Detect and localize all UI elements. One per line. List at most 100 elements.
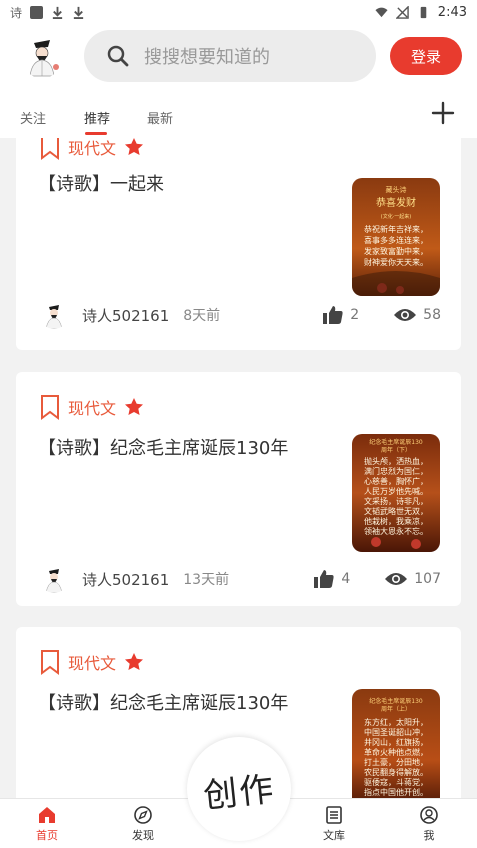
- post-time: 8天前: [183, 308, 221, 324]
- tab-recommended[interactable]: 推荐: [84, 108, 110, 127]
- poem-image: 纪念毛主席诞辰130 周年（下） 抛头颅，洒热血， 满门忠烈为国仁， 心慈善，胸…: [352, 434, 440, 552]
- login-button[interactable]: 登录: [390, 37, 462, 75]
- like-stat[interactable]: 4: [313, 569, 350, 589]
- clock: 2:43: [437, 4, 467, 20]
- author-name[interactable]: 诗人502161: [82, 305, 169, 326]
- post-time: 13天前: [183, 572, 230, 588]
- thumb-line: 打土豪，分田地，: [364, 757, 428, 767]
- view-stat: 58: [393, 307, 441, 323]
- thumb-line: 周年（下）: [381, 446, 411, 454]
- compass-icon: [134, 806, 152, 824]
- top-header: 搜搜想要知道的 登录: [0, 24, 477, 90]
- home-icon: [39, 807, 55, 823]
- search-icon: [107, 45, 129, 67]
- nav-me[interactable]: 我: [399, 805, 459, 843]
- post-category: 现代文: [40, 649, 144, 675]
- post-thumbnail[interactable]: 藏头诗 恭喜发财 (文化·一起来) 恭祝新年吉祥来， 喜事多多连连来， 发家致富…: [352, 178, 440, 296]
- download-icon: [73, 6, 84, 19]
- thumb-line: 中国圣诞韶山冲，: [364, 727, 428, 737]
- image-notification-icon: [30, 5, 44, 19]
- wifi-icon: [375, 7, 388, 17]
- like-count: 2: [350, 307, 360, 323]
- thumb-line: 井冈山，红旗扬，: [364, 737, 428, 747]
- plus-icon[interactable]: [430, 100, 456, 126]
- tab-latest[interactable]: 最新: [147, 108, 173, 127]
- thumbs-up-icon: [314, 570, 334, 588]
- view-stat: 107: [384, 571, 441, 587]
- thumb-line: 满门忠烈为国仁，: [364, 466, 428, 476]
- post-category: 现代文: [40, 394, 144, 420]
- post-thumbnail[interactable]: 纪念毛主席诞辰130 周年（下） 抛头颅，洒热血， 满门忠烈为国仁， 心慈善，胸…: [352, 434, 440, 552]
- thumb-line: 农民翻身得解放。: [364, 767, 428, 777]
- poem-image: 纪念毛主席诞辰130 周年（上） 东方红，太阳升， 中国圣诞韶山冲， 井冈山，红…: [352, 689, 440, 798]
- tab-following[interactable]: 关注: [20, 108, 46, 127]
- thumb-line: 人民万岁他先喊。: [364, 486, 428, 496]
- download-icon: [52, 6, 63, 19]
- thumb-line: 喜事多多连连来，: [364, 235, 428, 245]
- thumb-line: 周年（上）: [381, 705, 411, 713]
- thumb-line: 指点中国他开创。: [364, 787, 428, 797]
- star-icon: [125, 653, 144, 670]
- star-icon: [125, 398, 144, 415]
- like-count: 4: [341, 571, 351, 587]
- post-meta: 诗人502161 8天前 2 58: [40, 300, 441, 330]
- eye-icon: [394, 309, 417, 321]
- thumb-line: 藏头诗: [386, 185, 407, 194]
- view-count: 58: [423, 307, 441, 323]
- star-icon: [125, 138, 144, 155]
- poet-logo-avatar[interactable]: [20, 34, 64, 78]
- nav-label: 发现: [132, 829, 154, 842]
- author-avatar[interactable]: [40, 301, 68, 329]
- post-category: 现代文: [40, 138, 144, 160]
- post-card[interactable]: 现代文 【诗歌】一起来 藏头诗 恭喜发财 (文化·一起来) 恭祝新年吉祥来， 喜…: [16, 138, 461, 350]
- thumb-line: 领袖大恩永不忘。: [364, 526, 428, 536]
- thumb-line: 心慈善，胸怀广，: [364, 476, 428, 486]
- thumb-line: 革命火种他点燃，: [364, 747, 428, 757]
- bookmark-icon[interactable]: [40, 138, 60, 160]
- library-icon: [326, 806, 342, 824]
- thumb-line: 恭喜发财: [376, 196, 416, 209]
- create-label: 创作: [201, 768, 278, 817]
- eye-icon: [385, 573, 408, 585]
- nav-library[interactable]: 文库: [304, 805, 364, 843]
- bookmark-icon[interactable]: [40, 649, 60, 675]
- bookmark-icon[interactable]: [40, 394, 60, 420]
- view-count: 107: [414, 571, 441, 587]
- search-placeholder: 搜搜想要知道的: [144, 47, 270, 68]
- create-button[interactable]: 创作: [187, 737, 291, 841]
- thumb-line: 东方红，太阳升，: [364, 717, 428, 727]
- nav-label: 首页: [36, 829, 58, 842]
- app-notification-char: 诗: [10, 5, 23, 20]
- nav-label: 文库: [323, 829, 345, 842]
- thumb-line: 恭祝新年吉祥来，: [364, 224, 428, 234]
- author-avatar[interactable]: [40, 565, 68, 593]
- search-bar[interactable]: 搜搜想要知道的: [84, 30, 376, 82]
- post-thumbnail[interactable]: 纪念毛主席诞辰130 周年（上） 东方红，太阳升， 中国圣诞韶山冲， 井冈山，红…: [352, 689, 440, 798]
- thumb-line: 文采扬，诗非凡，: [364, 496, 428, 506]
- thumb-line: (文化·一起来): [381, 213, 412, 220]
- post-card[interactable]: 现代文 【诗歌】纪念毛主席诞辰130年 纪念毛主席诞辰130 周年（下） 抛头颅…: [16, 372, 461, 606]
- status-bar: 诗 2:43: [0, 0, 477, 24]
- category-label: 现代文: [68, 139, 117, 158]
- thumb-line: 纪念毛主席诞辰130: [369, 438, 423, 446]
- battery-icon: [420, 6, 427, 18]
- thumb-line: 他栽树，我乘凉，: [364, 516, 428, 526]
- category-label: 现代文: [68, 399, 117, 418]
- nav-home[interactable]: 首页: [17, 805, 77, 843]
- post-title[interactable]: 【诗歌】纪念毛主席诞辰130年: [38, 689, 288, 715]
- thumb-line: 驱倭寇，斗蒋党，: [364, 777, 428, 787]
- author-name[interactable]: 诗人502161: [82, 569, 169, 590]
- post-meta: 诗人502161 13天前 4 107: [40, 564, 441, 594]
- category-label: 现代文: [68, 654, 117, 673]
- thumb-line: 发家致富勤中来，: [364, 246, 428, 256]
- nav-label: 我: [423, 829, 435, 842]
- post-title[interactable]: 【诗歌】纪念毛主席诞辰130年: [38, 434, 288, 460]
- nav-discover[interactable]: 发现: [113, 805, 173, 843]
- thumb-line: 文韬武略世无双，: [364, 506, 428, 516]
- poem-image: 藏头诗 恭喜发财 (文化·一起来) 恭祝新年吉祥来， 喜事多多连连来， 发家致富…: [352, 178, 440, 296]
- no-signal-icon: [395, 5, 409, 19]
- like-stat[interactable]: 2: [322, 305, 359, 325]
- thumb-line: 财神爱你天天来。: [364, 257, 428, 267]
- post-title[interactable]: 【诗歌】一起来: [38, 170, 164, 196]
- post-feed: 现代文 【诗歌】一起来 藏头诗 恭喜发财 (文化·一起来) 恭祝新年吉祥来， 喜…: [0, 138, 477, 798]
